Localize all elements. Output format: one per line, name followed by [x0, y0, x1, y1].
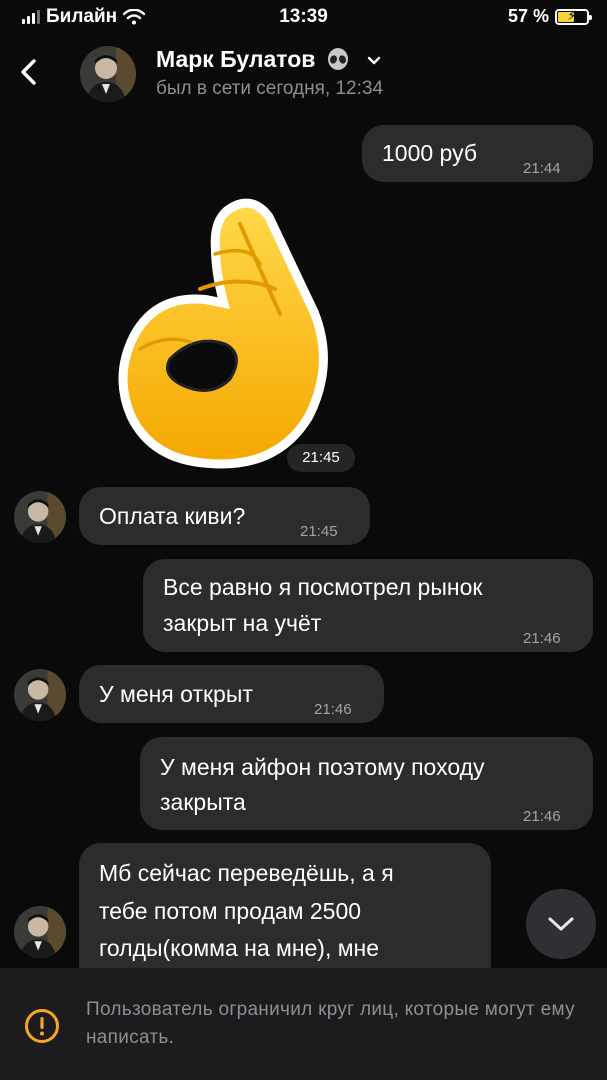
scroll-down-button[interactable] [526, 889, 596, 959]
message-line: закрыта [160, 789, 246, 815]
message-time: 21:44 [523, 160, 561, 177]
contact-name-row[interactable]: Марк Булатов [156, 46, 383, 73]
message-line: тебе потом продам 2500 [99, 898, 362, 924]
message-bubble-outgoing[interactable]: У меня айфон поэтому походу закрыта 21:4… [140, 737, 593, 830]
avatar[interactable] [14, 669, 66, 721]
avatar[interactable] [14, 491, 66, 543]
message-time: 21:46 [314, 701, 352, 718]
message-bubble-outgoing[interactable]: Все равно я посмотрел рынок закрыт на уч… [143, 559, 593, 652]
message-text: У меня открыт [99, 681, 253, 707]
message-text: 1000 руб [382, 140, 478, 166]
battery-group: 57 % ⚡ [507, 6, 592, 27]
message-time: 21:46 [523, 630, 561, 647]
battery-icon: ⚡ [555, 8, 592, 25]
avatar[interactable] [80, 46, 136, 102]
message-time: 21:46 [523, 808, 561, 825]
ok-hand-icon[interactable] [110, 194, 330, 474]
message-line: У меня айфон поэтому походу [160, 754, 485, 780]
battery-percent: 57 % [507, 6, 549, 26]
message-line: закрыт на учёт [163, 610, 322, 636]
message-text: Оплата киви? [99, 503, 246, 529]
avatar[interactable] [14, 906, 66, 958]
message-time: 21:45 [300, 523, 338, 540]
restriction-bar: Пользователь ограничил круг лиц, которые… [0, 968, 607, 1080]
contact-status: был в сети сегодня, 12:34 [156, 78, 384, 99]
message-bubble-incoming[interactable]: У меня открыт 21:46 [79, 665, 384, 723]
message-line: Мб сейчас переведёшь, а я [99, 860, 394, 886]
chevron-left-icon[interactable] [14, 56, 46, 88]
chat-header: Марк Булатов был в сети сегодня, 12:34 [0, 34, 607, 114]
message-bubble-outgoing[interactable]: 1000 руб 21:44 [362, 125, 593, 182]
message-bubble-incoming[interactable]: Оплата киви? 21:45 [79, 487, 370, 545]
chevron-down-icon[interactable] [365, 51, 383, 69]
warning-icon [25, 1009, 59, 1043]
sticker-time: 21:45 [287, 444, 355, 472]
contact-name: Марк Булатов [156, 46, 316, 72]
message-line: голды(комма на мне), мне [99, 935, 380, 961]
alien-icon [328, 47, 349, 70]
chevron-down-icon [548, 917, 574, 931]
restriction-text: Пользователь ограничил круг лиц, которые… [86, 999, 575, 1048]
status-bar: Билайн 13:39 57 % ⚡ [0, 0, 607, 34]
message-line: Все равно я посмотрел рынок [163, 574, 483, 600]
